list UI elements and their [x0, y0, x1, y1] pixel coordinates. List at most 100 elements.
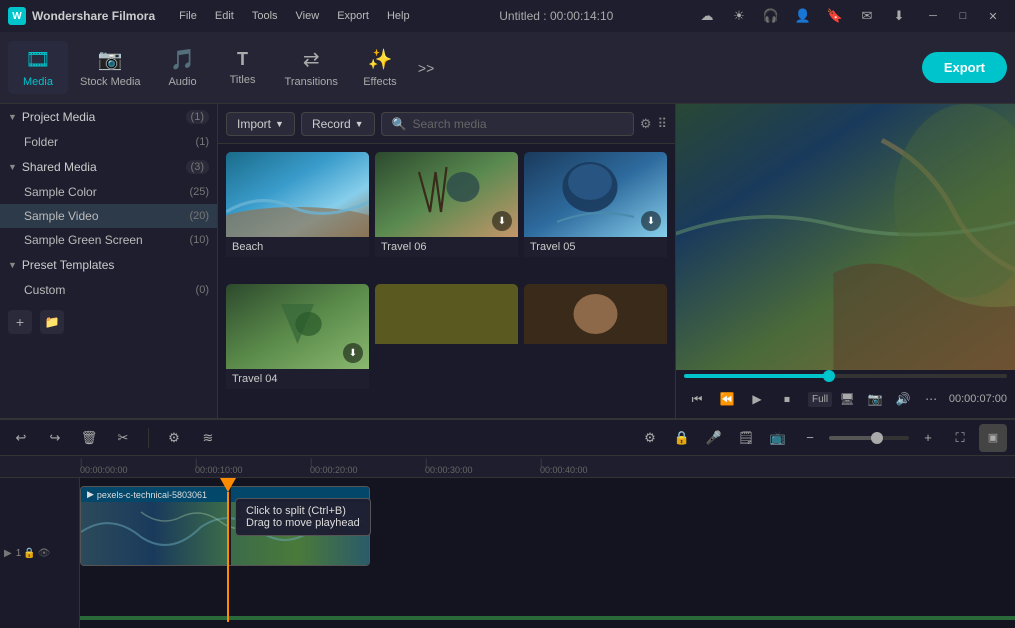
progress-fill	[684, 374, 829, 378]
tool-transitions[interactable]: ⇄ Transitions	[273, 41, 350, 94]
main-area: ▼ Project Media (1) Folder (1) ▼ Shared …	[0, 104, 1015, 418]
bookmark-icon[interactable]: 🔖	[823, 4, 847, 28]
travel06-download-icon[interactable]: ⬇	[492, 211, 512, 231]
filter-icon[interactable]: ⚙	[640, 116, 652, 132]
media-card-travel04[interactable]: ⬇ Travel 04	[226, 284, 369, 410]
track-lock-icon[interactable]: 🔒	[23, 548, 35, 559]
preset-templates-header[interactable]: ▼ Preset Templates	[0, 252, 217, 278]
settings-icon[interactable]: ⚙	[637, 425, 663, 451]
tool-titles[interactable]: T Titles	[213, 43, 273, 92]
redo-button[interactable]: ↪	[42, 425, 68, 451]
zoom-out-button[interactable]: −	[797, 425, 823, 451]
menu-view[interactable]: View	[288, 7, 328, 25]
audio-settings-icon[interactable]: ⚙	[161, 425, 187, 451]
custom-item[interactable]: Custom (0)	[0, 278, 217, 302]
export-button[interactable]: Export	[922, 52, 1007, 83]
grid-view-icon[interactable]: ⠿	[657, 116, 667, 132]
tool-transitions-label: Transitions	[285, 76, 338, 88]
menu-help[interactable]: Help	[379, 7, 418, 25]
preset-templates-section: ▼ Preset Templates Custom (0)	[0, 252, 217, 302]
camera-icon[interactable]: 📷	[862, 386, 888, 412]
mail-icon[interactable]: ✉	[855, 4, 879, 28]
menu-export[interactable]: Export	[329, 7, 377, 25]
ruler-mark-4: 00:00:40:00	[540, 465, 655, 475]
screen-record-icon[interactable]: 📺	[765, 425, 791, 451]
tool-titles-label: Titles	[230, 74, 256, 86]
folder-count: (1)	[196, 136, 209, 148]
media-card-partial1[interactable]	[375, 284, 518, 410]
media-card-travel05[interactable]: ⬇ Travel 05	[524, 152, 667, 278]
frame-back-button[interactable]: ⏪	[714, 386, 740, 412]
close-button[interactable]: ✕	[979, 2, 1007, 30]
volume-icon[interactable]: 🔊	[890, 386, 916, 412]
panel-bottom-buttons: + 📁	[0, 302, 217, 342]
step-back-button[interactable]: ⏮	[684, 386, 710, 412]
shared-media-header[interactable]: ▼ Shared Media (3)	[0, 154, 217, 180]
search-box[interactable]: 🔍 Search media	[381, 112, 634, 136]
progress-thumb	[823, 370, 835, 382]
media-icon: 🎞	[25, 47, 50, 72]
tool-media[interactable]: 🎞 Media	[8, 41, 68, 94]
minimize-button[interactable]: ─	[919, 2, 947, 30]
fullscreen-label[interactable]: Full	[808, 392, 832, 407]
play-button[interactable]: ▶	[744, 386, 770, 412]
app-name: Wondershare Filmora	[32, 9, 155, 23]
tool-stock-media[interactable]: 📷 Stock Media	[68, 41, 153, 94]
custom-count: (0)	[196, 284, 209, 296]
titlebar-left: W Wondershare Filmora File Edit Tools Vi…	[8, 7, 418, 25]
timeline-tracks: ▶ 1 🔒 👁 Click to split (Ctrl+B) Drag to …	[0, 478, 1015, 628]
user-icon[interactable]: 👤	[791, 4, 815, 28]
headphone-icon[interactable]: 🎧	[759, 4, 783, 28]
media-card-partial2[interactable]	[524, 284, 667, 410]
microphone-icon[interactable]: 🎤	[701, 425, 727, 451]
import-button[interactable]: Import ▼	[226, 112, 295, 136]
download-icon[interactable]: ⬇	[887, 4, 911, 28]
sample-green-screen-item[interactable]: Sample Green Screen (10)	[0, 228, 217, 252]
timeline-mode-button[interactable]: ▣	[979, 424, 1007, 452]
menu-file[interactable]: File	[171, 7, 205, 25]
delete-button[interactable]: 🗑	[76, 425, 102, 451]
timeline-right-controls: ⚙ 🔒 🎤 🗒 📺 − + ⛶ ▣	[637, 424, 1007, 452]
undo-button[interactable]: ↩	[8, 425, 34, 451]
media-card-travel06[interactable]: ⬇ Travel 06	[375, 152, 518, 278]
progress-bar[interactable]	[684, 374, 1007, 378]
tool-effects[interactable]: ✨ Effects	[350, 41, 410, 94]
caption-icon[interactable]: 🗒	[733, 425, 759, 451]
lock-icon[interactable]: 🔒	[669, 425, 695, 451]
record-button[interactable]: Record ▼	[301, 112, 375, 136]
maximize-button[interactable]: □	[949, 2, 977, 30]
sample-video-item[interactable]: Sample Video (20)	[0, 204, 217, 228]
media-grid: Beach	[218, 144, 675, 418]
more-options-icon[interactable]: ⋯	[918, 386, 944, 412]
travel05-download-icon[interactable]: ⬇	[641, 211, 661, 231]
audio-wave-icon[interactable]: ≋	[195, 425, 221, 451]
media-card-beach[interactable]: Beach	[226, 152, 369, 278]
fit-to-timeline-button[interactable]: ⛶	[947, 425, 973, 451]
cloud-icon[interactable]: ☁	[695, 4, 719, 28]
sample-color-item[interactable]: Sample Color (25)	[0, 180, 217, 204]
left-panel: ▼ Project Media (1) Folder (1) ▼ Shared …	[0, 104, 218, 418]
track-eye-icon[interactable]: 👁	[38, 548, 51, 559]
menu-edit[interactable]: Edit	[207, 7, 242, 25]
add-media-button[interactable]: +	[8, 310, 32, 334]
shared-media-title: Shared Media	[22, 160, 186, 174]
beach-thumbnail	[226, 152, 369, 237]
toolbar-more-button[interactable]: >>	[410, 56, 442, 80]
stock-media-icon: 📷	[98, 47, 123, 72]
tool-audio[interactable]: 🎵 Audio	[153, 41, 213, 94]
menu-tools[interactable]: Tools	[244, 7, 286, 25]
zoom-slider[interactable]	[829, 436, 909, 440]
travel04-download-icon[interactable]: ⬇	[343, 343, 363, 363]
stop-button[interactable]: ⏹	[774, 386, 800, 412]
playback-controls: ⏮ ⏪ ▶ ⏹ Full 🖥 📷 🔊 ⋯ 00:00:07:00	[684, 384, 1007, 414]
project-media-section: ▼ Project Media (1) Folder (1)	[0, 104, 217, 154]
zoom-in-button[interactable]: +	[915, 425, 941, 451]
sun-icon[interactable]: ☀	[727, 4, 751, 28]
project-media-header[interactable]: ▼ Project Media (1)	[0, 104, 217, 130]
track-controls: 1 🔒 👁	[16, 548, 51, 559]
beach-label: Beach	[226, 237, 369, 257]
cut-button[interactable]: ✂	[110, 425, 136, 451]
folder-button[interactable]: 📁	[40, 310, 64, 334]
monitor-icon[interactable]: 🖥	[834, 386, 860, 412]
folder-item[interactable]: Folder (1)	[0, 130, 217, 154]
